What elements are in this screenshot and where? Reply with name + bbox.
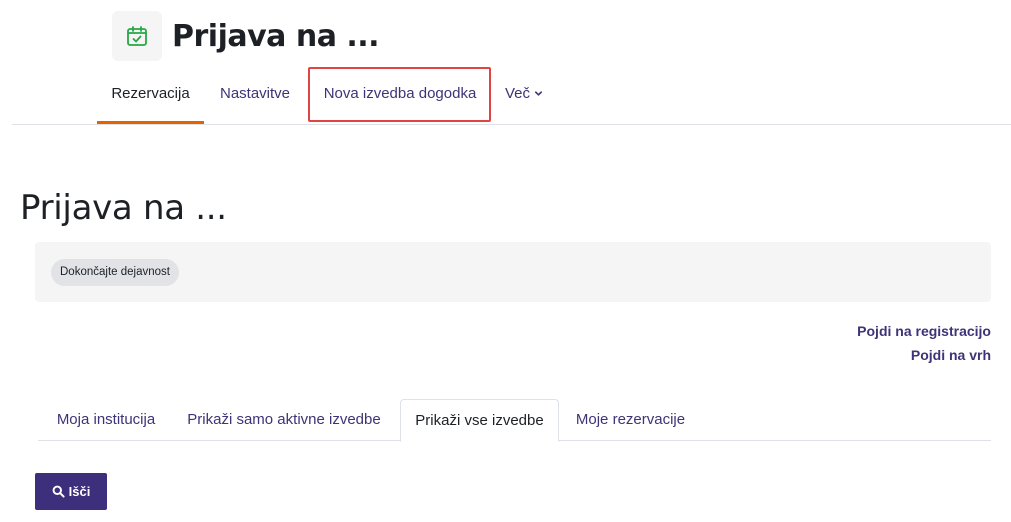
session-filter-tabs: Moja institucija Prikaži samo aktivne iz… (38, 399, 991, 442)
nav-tab-vec-dropdown[interactable]: Več (500, 66, 548, 124)
header-title: Prijava na ... (172, 18, 380, 54)
activity-header: Prijava na ... (112, 11, 380, 61)
search-button-label: Išči (68, 484, 91, 499)
jump-to-top-link[interactable]: Pojdi na vrh (911, 347, 991, 363)
tab-prikazi-samo-aktivne-izvedbe[interactable]: Prikaži samo aktivne izvedbe (178, 399, 390, 441)
tab-moja-institucija[interactable]: Moja institucija (38, 399, 174, 441)
nav-tab-nastavitve[interactable]: Nastavitve (208, 66, 302, 124)
secondary-navigation: Rezervacija Nastavitve Nova izvedba dogo… (12, 66, 1011, 125)
nav-tab-nova-izvedba-dogodka[interactable]: Nova izvedba dogodka (310, 66, 490, 124)
nav-tab-rezervacija[interactable]: Rezervacija (97, 66, 204, 124)
nav-tab-vec-label: Več (504, 85, 531, 102)
search-icon (52, 485, 65, 498)
search-button[interactable]: Išči (35, 473, 107, 510)
completion-badge: Dokončajte dejavnost (51, 259, 179, 286)
jump-to-registration-link[interactable]: Pojdi na registracijo (857, 323, 991, 339)
page-title: Prijava na ... (20, 188, 227, 228)
tab-prikazi-vse-izvedbe[interactable]: Prikaži vse izvedbe (400, 399, 559, 442)
activity-completion-panel: Dokončajte dejavnost (35, 242, 991, 302)
tab-moje-rezervacije[interactable]: Moje rezervacije (563, 399, 698, 441)
chevron-down-icon (534, 66, 543, 122)
calendar-check-icon (112, 11, 162, 61)
